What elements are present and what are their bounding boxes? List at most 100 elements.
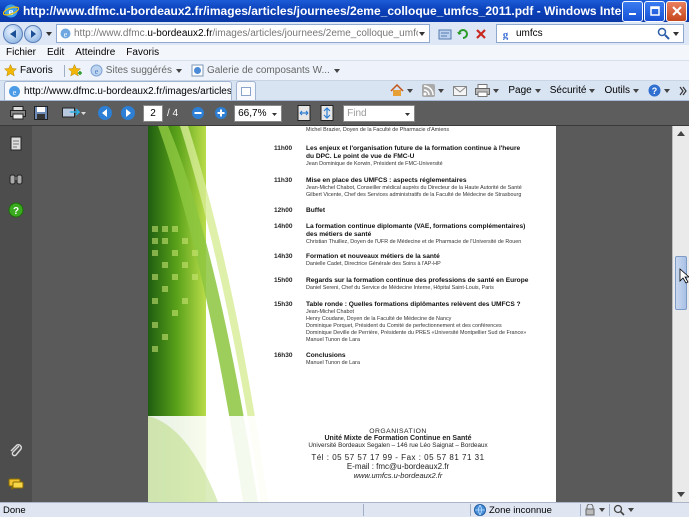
schedule-item: Formation et nouveaux métiers de la sant… [306,253,556,268]
svg-text:?: ? [13,206,19,217]
schedule-time: 14h30 [274,253,293,260]
comments-icon[interactable] [8,476,24,492]
minimize-icon [628,13,636,15]
search-field[interactable]: g umfcs [496,24,684,43]
schedule-speaker: Daniel Sereni, Chef du Service de Médeci… [306,285,494,291]
close-window-button[interactable] [666,0,687,22]
zoom-icon[interactable] [613,504,625,516]
protected-mode-icon[interactable] [584,504,596,516]
pages-panel-icon[interactable] [8,136,24,152]
page-number-input[interactable]: 2 [143,104,163,122]
print-button[interactable] [475,84,500,97]
attachments-binoculars-icon[interactable] [8,171,24,187]
maximize-button[interactable] [644,0,665,22]
schedule-item: Regards sur la formation continue des pr… [306,277,556,292]
next-page-button[interactable] [118,103,138,123]
schedule-time: 15h00 [274,277,293,284]
scroll-up-icon[interactable] [676,129,686,137]
minimize-button[interactable] [622,0,643,22]
schedule-title: Les enjeux et l'organisation future de l… [306,145,521,152]
schedule-item: La formation continue diplomante (VAE, f… [306,223,556,246]
fit-page-icon [320,105,334,121]
page-menu[interactable]: Page [508,85,541,96]
schedule-speaker: Christian Thuillez, Doyen de l'UFR de Mé… [306,239,522,245]
url-field[interactable]: e http://www.dfmc.u-bordeaux2.fr/images/… [56,24,430,43]
chevron-down-icon[interactable] [598,506,606,514]
menu-favoris[interactable]: Favoris [126,47,159,58]
feeds-button[interactable] [422,84,445,97]
refresh-button[interactable] [454,25,472,43]
organisation-website: www.umfcs.u-bordeaux2.fr [353,471,443,480]
search-dropdown-icon[interactable] [672,30,680,38]
chevron-down-icon [407,88,414,93]
zoom-in-button[interactable] [211,103,231,123]
compatibility-button[interactable] [436,25,454,43]
pdf-share-button[interactable] [61,103,87,123]
home-button[interactable] [390,84,414,97]
schedule-title: La formation continue diplomante (VAE, f… [306,223,526,230]
menu-atteindre[interactable]: Atteindre [75,47,115,58]
find-input[interactable]: Find [343,104,416,122]
schedule-time: 11h00 [274,145,293,152]
divider [470,504,471,516]
divider [63,64,65,77]
pdf-page: Michel Brazier, Doyen de la Faculté de P… [148,126,556,502]
favorites-button[interactable]: Favoris [4,64,53,77]
schedule-time: 16h30 [274,352,293,359]
security-menu[interactable]: Sécurité [550,85,597,96]
zoom-out-button[interactable] [188,103,208,123]
zone-label: Zone inconnue [489,504,552,516]
pdf-save-button[interactable] [31,103,51,123]
pdf-toolbar: 2 / 4 66,7% Find [0,101,689,126]
new-tab-icon [241,86,251,96]
zoom-select[interactable]: 66,7% [234,104,283,122]
schedule-speaker: Gilbert Vicente, Chef des Services admin… [306,192,522,198]
printer-icon [475,84,491,97]
scroll-down-icon[interactable] [676,491,686,499]
new-tab-button[interactable] [236,81,256,100]
history-dropdown-icon[interactable] [45,30,53,38]
chevron-down-icon [438,88,445,93]
back-arrow-icon [10,29,16,38]
organisation-phone: Tél : 05 57 57 17 99 - Fax : 05 57 81 71… [311,453,485,462]
help-icon: ? [648,84,661,97]
back-button[interactable] [3,23,23,44]
vertical-scrollbar[interactable] [672,126,689,502]
previous-page-button[interactable] [95,103,115,123]
help-button[interactable]: ? [648,84,671,97]
chevron-down-icon[interactable] [627,506,635,514]
stop-icon [476,28,486,39]
add-favorite-button[interactable] [67,64,82,77]
schedule-speaker: Dominique Deville de Perrière, Président… [306,330,527,336]
chevron-down-icon [272,112,278,116]
url-dropdown-icon[interactable] [418,30,426,38]
stop-button[interactable] [472,25,490,43]
suggested-sites-link[interactable]: e Sites suggérés [90,64,183,77]
schedule-speaker: Dominique Porquet, Président du Comité d… [306,323,502,329]
schedule-item: Conclusions Manuel Tunon de Lara [306,352,556,367]
help-panel-icon[interactable]: ? [8,202,24,218]
schedule-title: Mise en place des UMFCS : aspects réglem… [306,177,467,184]
search-icon[interactable] [657,27,670,40]
menu-edit[interactable]: Edit [47,47,64,58]
web-slice-gallery-link[interactable]: Galerie de composants W... [191,64,341,77]
toolbar-overflow-button[interactable] [679,86,687,96]
fit-width-button[interactable] [294,103,314,123]
mail-button[interactable] [453,85,468,97]
pdf-print-button[interactable] [8,103,28,123]
pdf-viewer[interactable]: ? Michel Brazier, Doyen de la Faculté de… [0,126,689,502]
menu-fichier[interactable]: Fichier [6,47,36,58]
schedule-time: 15h30 [274,301,293,308]
attachment-paperclip-icon[interactable] [8,442,24,458]
schedule-title: Formation et nouveaux métiers de la sant… [306,253,440,260]
fit-page-button[interactable] [317,103,337,123]
forward-button[interactable] [24,24,42,43]
tools-menu[interactable]: Outils [604,85,640,96]
tab-current[interactable]: e http://www.dfmc.u-bordeaux2.fr/images/… [4,81,232,100]
add-star-icon [67,64,82,77]
organisation-heading: ORGANISATION [369,428,427,435]
schedule-item: Table ronde : Quelles formations diplôma… [306,301,556,344]
page-total: / 4 [167,107,179,119]
chevron-down-icon [534,88,541,93]
schedule-item: Mise en place des UMFCS : aspects réglem… [306,177,556,199]
